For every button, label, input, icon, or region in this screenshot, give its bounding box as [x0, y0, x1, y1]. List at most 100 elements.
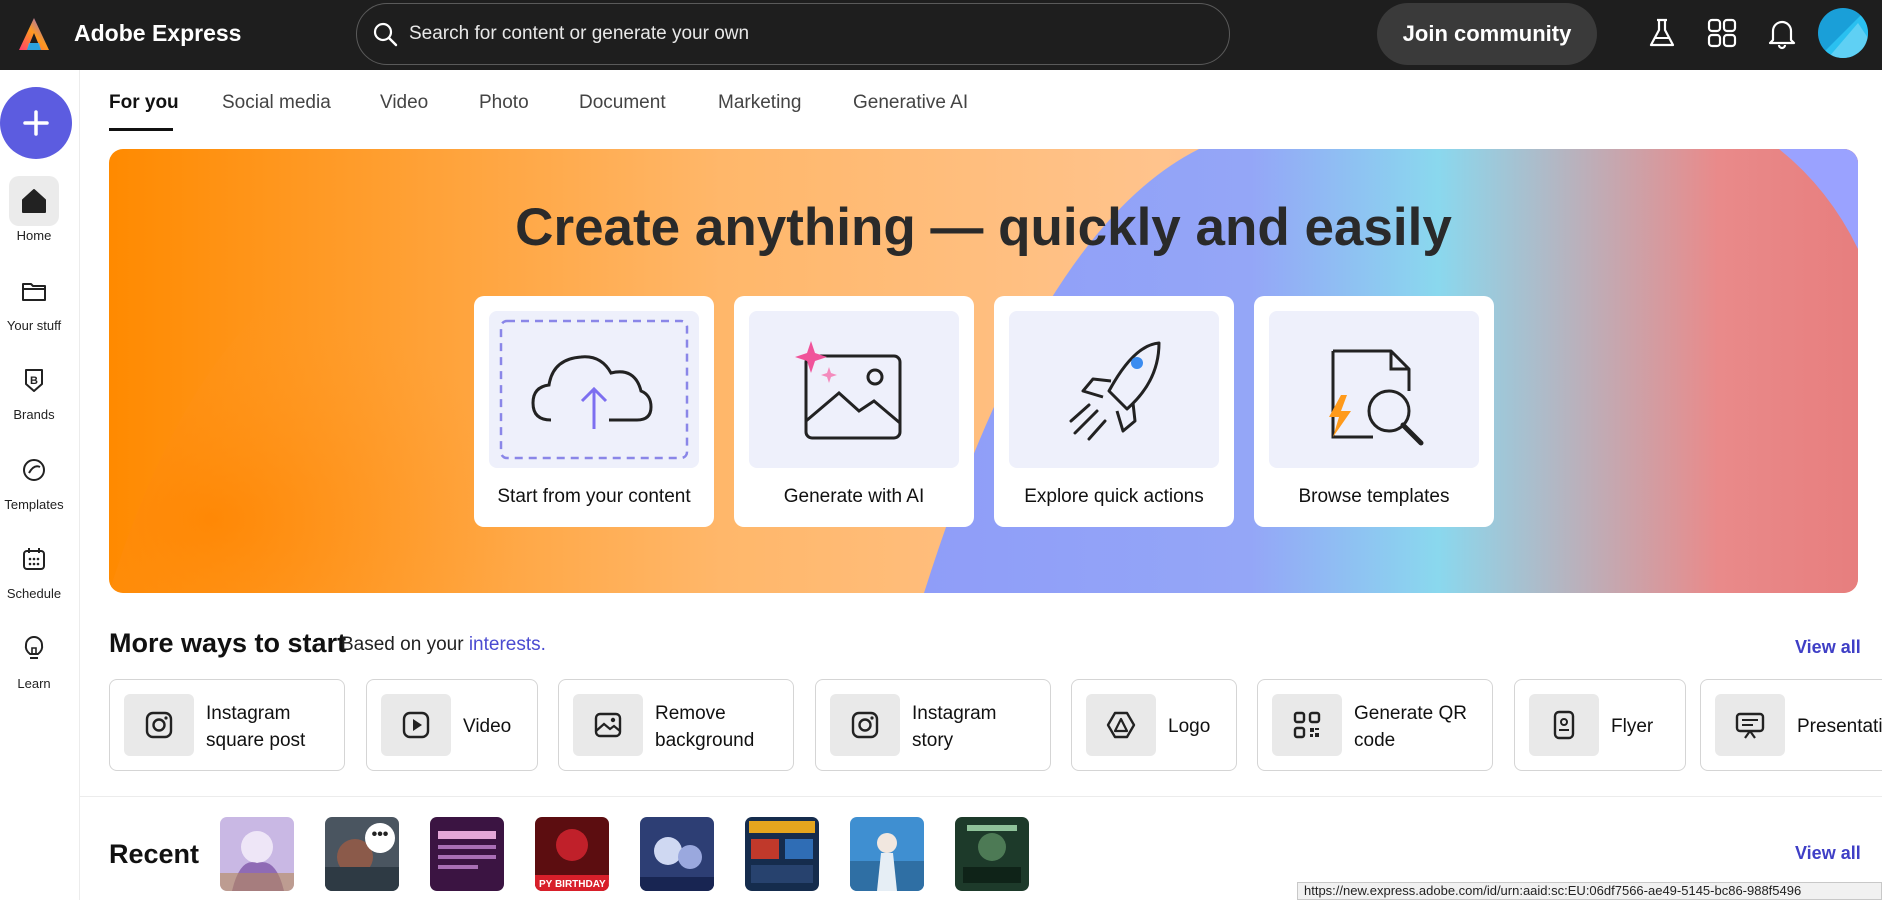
rail-icon-box [9, 534, 59, 584]
card-label: Browse templates [1298, 486, 1450, 507]
recent-thumbnail[interactable] [955, 817, 1029, 891]
recent-thumbnail[interactable] [220, 817, 294, 891]
adobe-express-logo-icon[interactable] [18, 17, 50, 51]
quick-action-presentation[interactable]: Presentati [1700, 679, 1882, 771]
create-new-button[interactable] [0, 87, 72, 159]
qa-label: Presentati [1797, 716, 1882, 737]
interests-link[interactable]: interests. [469, 634, 546, 655]
notifications-bell-icon[interactable] [1765, 16, 1799, 50]
join-community-button[interactable]: Join community [1377, 3, 1597, 65]
apps-grid-icon[interactable] [1705, 16, 1739, 50]
rail-icon-box: B [9, 355, 59, 405]
card-thumb [489, 311, 699, 468]
qa-icon-box [124, 694, 194, 756]
hero-title: Create anything — quickly and easily [515, 198, 1452, 257]
video-play-icon [402, 711, 430, 739]
rail-label-templates: Templates [4, 497, 64, 512]
qa-label: Remove background [655, 700, 754, 754]
more-ways-subtitle: Based on your interests. [341, 634, 546, 656]
card-browse-templates[interactable]: Browse templates [1254, 296, 1494, 527]
more-ways-view-all-link[interactable]: View all [1795, 637, 1861, 658]
calendar-icon [23, 548, 45, 570]
recent-thumbnail[interactable] [745, 817, 819, 891]
quick-action-generate-qr-code[interactable]: Generate QR code [1257, 679, 1493, 771]
rail-icon-box [9, 176, 59, 226]
qa-label-line2: square post [206, 730, 306, 751]
rail-icon-box [9, 624, 59, 674]
tab-generative-ai[interactable]: Generative AI [853, 92, 968, 114]
qa-label-line2: background [655, 730, 755, 751]
recent-thumbnail[interactable] [850, 817, 924, 891]
qa-label: Flyer [1611, 716, 1654, 737]
tab-video[interactable]: Video [380, 92, 428, 114]
recent-thumb-image [745, 817, 819, 891]
rail-label-schedule: Schedule [6, 586, 62, 601]
recent-thumb-image [640, 817, 714, 891]
svg-text:B: B [30, 375, 38, 387]
avatar-image-icon [1818, 8, 1868, 58]
rail-icon-box [9, 445, 59, 495]
template-search-icon [1329, 349, 1424, 446]
qa-label: Instagram square post [206, 700, 305, 754]
recent-thumbnail[interactable]: ••• [325, 817, 399, 891]
qa-label: Video [463, 716, 512, 737]
rail-item-schedule[interactable]: Schedule [0, 534, 68, 601]
search-icon [373, 22, 398, 47]
qa-icon-box [1529, 694, 1599, 756]
rail-item-learn[interactable]: Learn [0, 624, 68, 691]
user-avatar[interactable] [1818, 8, 1868, 58]
qa-icon-box [381, 694, 451, 756]
tab-for-you[interactable]: For you [109, 92, 179, 114]
rocket-icon [1069, 341, 1161, 441]
tab-photo[interactable]: Photo [479, 92, 529, 114]
recent-thumbnail[interactable] [430, 817, 504, 891]
recent-thumbnail[interactable]: PY BIRTHDAY LA [535, 817, 609, 891]
quick-action-remove-background[interactable]: Remove background [558, 679, 794, 771]
tab-social-media[interactable]: Social media [222, 92, 331, 114]
more-options-icon[interactable]: ••• [365, 823, 395, 853]
quick-action-instagram-square-post[interactable]: Instagram square post [109, 679, 345, 771]
card-generate-with-ai[interactable]: Generate with AI [734, 296, 974, 527]
flyer-icon [1553, 710, 1575, 740]
recent-thumb-image: PY BIRTHDAY LA [535, 817, 609, 891]
labs-flask-icon[interactable] [1645, 16, 1679, 50]
section-divider [80, 796, 1882, 797]
app-title[interactable]: Adobe Express [74, 20, 241, 47]
search-bar[interactable]: Search for content or generate your own [356, 3, 1230, 65]
recent-thumb-image [430, 817, 504, 891]
more-ways-title: More ways to start [109, 628, 347, 658]
rail-label-learn: Learn [17, 676, 51, 691]
qa-label-line1: Instagram [912, 703, 997, 724]
recent-thumb-image [955, 817, 1029, 891]
rail-item-templates[interactable]: Templates [0, 445, 68, 512]
quick-action-logo[interactable]: Logo [1071, 679, 1237, 771]
active-tab-indicator [109, 128, 173, 131]
rail-label-your-stuff: Your stuff [6, 318, 62, 333]
subtitle-text: Based on your [341, 634, 464, 655]
rail-label-brands: Brands [13, 407, 55, 422]
qa-icon-box [1272, 694, 1342, 756]
quick-action-video[interactable]: Video [366, 679, 538, 771]
rail-item-your-stuff[interactable]: Your stuff [0, 266, 68, 333]
card-label: Generate with AI [783, 486, 925, 507]
card-label: Start from your content [497, 486, 691, 507]
brand-icon: B [25, 369, 43, 392]
recent-thumb-image [850, 817, 924, 891]
card-explore-quick-actions[interactable]: Explore quick actions [994, 296, 1234, 527]
card-label: Explore quick actions [1024, 486, 1204, 507]
quick-action-flyer[interactable]: Flyer [1514, 679, 1686, 771]
tab-marketing[interactable]: Marketing [718, 92, 801, 114]
search-input[interactable]: Search for content or generate your own [409, 23, 749, 45]
logo-icon [1106, 711, 1136, 739]
quick-action-instagram-story[interactable]: Instagram story [815, 679, 1051, 771]
tab-document[interactable]: Document [579, 92, 666, 114]
presentation-icon [1735, 712, 1765, 739]
rail-item-brands[interactable]: B Brands [0, 355, 68, 422]
recent-thumbnail[interactable] [640, 817, 714, 891]
card-start-from-content[interactable]: Start from your content [474, 296, 714, 527]
recent-view-all-link[interactable]: View all [1795, 843, 1861, 864]
qa-label-line2: code [1354, 730, 1396, 751]
folder-icon [22, 283, 46, 301]
qa-icon-box [830, 694, 900, 756]
rail-item-home[interactable]: Home [0, 176, 68, 243]
